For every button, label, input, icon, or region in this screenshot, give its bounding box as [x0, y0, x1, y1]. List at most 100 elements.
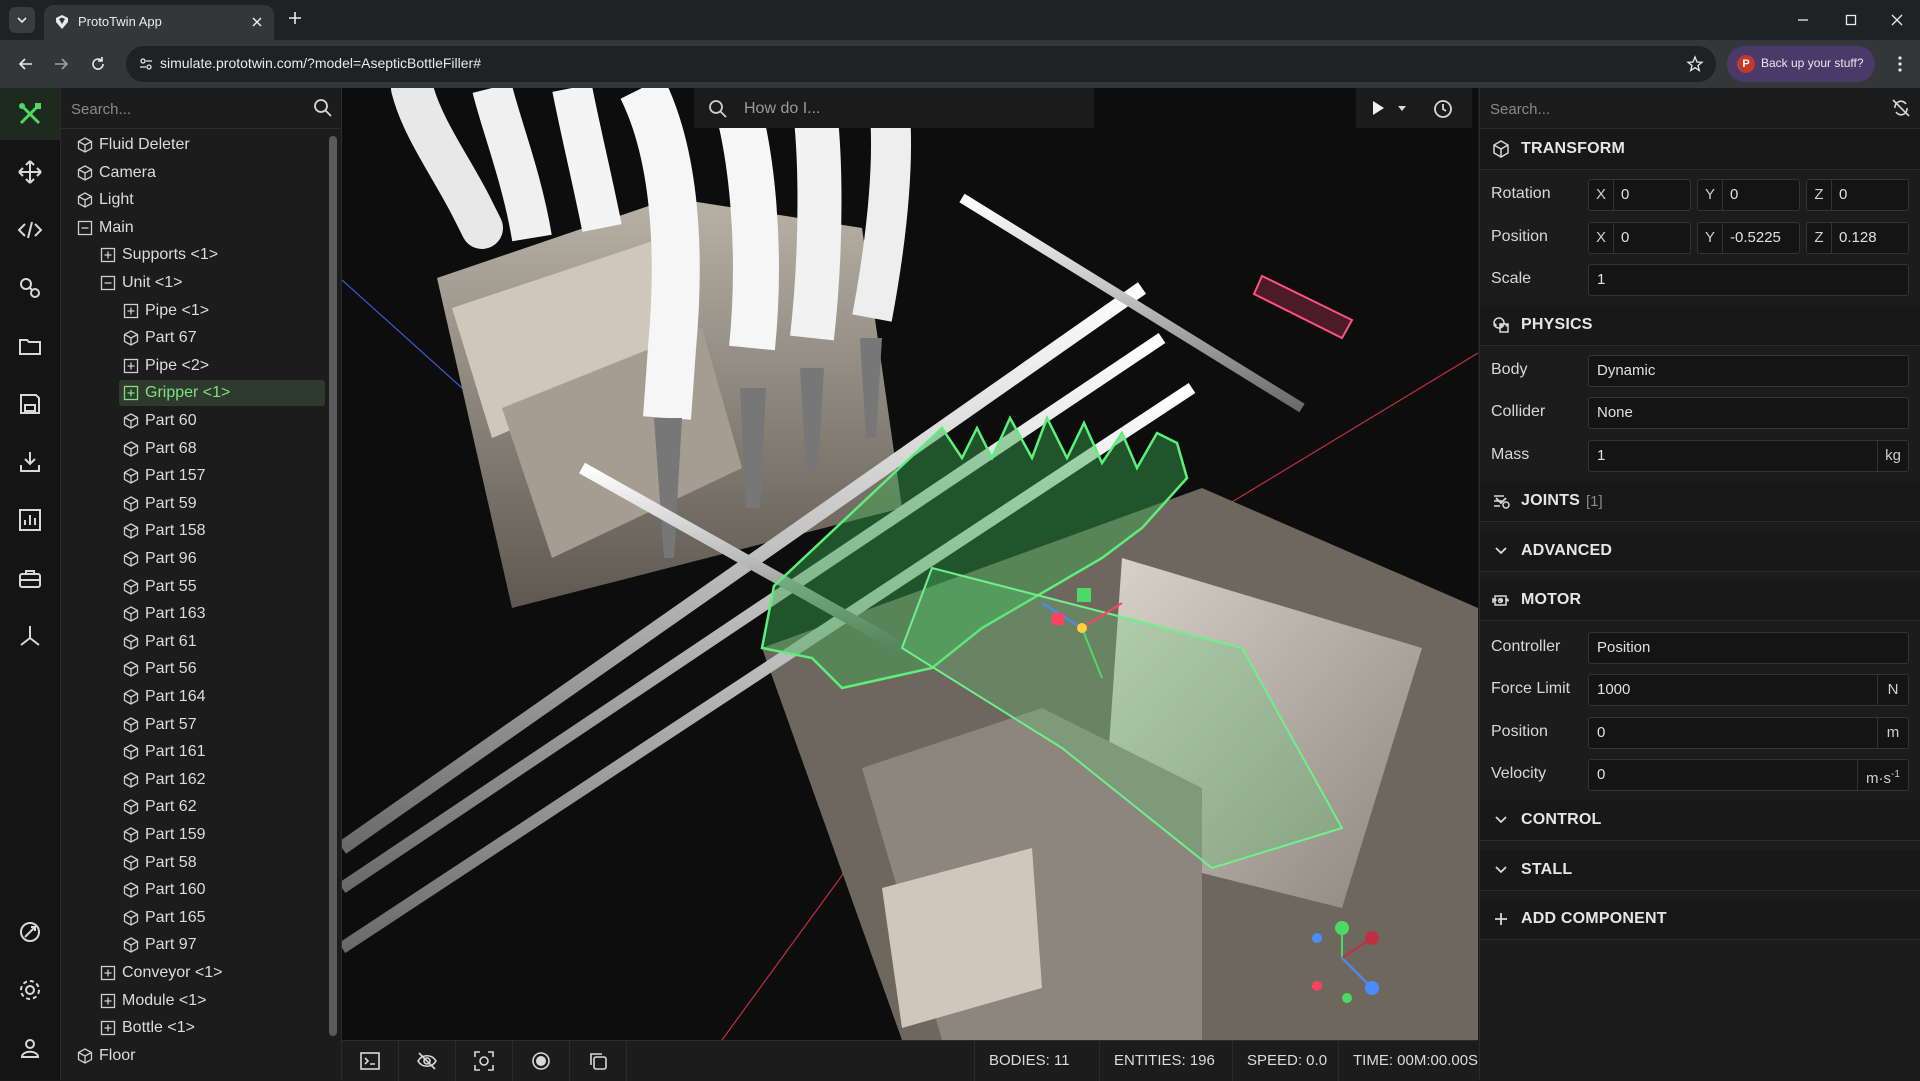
forward-icon[interactable]: [51, 54, 71, 74]
tree-item[interactable]: Part 60: [119, 408, 205, 434]
reload-icon[interactable]: [88, 54, 108, 74]
sync-disabled-icon[interactable]: [1891, 98, 1911, 118]
new-tab-icon[interactable]: [287, 10, 303, 26]
tree-item[interactable]: Part 159: [119, 822, 213, 848]
tree-item[interactable]: Part 59: [119, 491, 205, 517]
mass-field[interactable]: 1 kg: [1588, 440, 1909, 472]
focus-button[interactable]: [456, 1041, 513, 1081]
chevron-down-icon[interactable]: [1396, 102, 1408, 114]
tree-item[interactable]: Part 157: [119, 463, 213, 489]
rotation-y-field[interactable]: Y 0: [1697, 179, 1800, 211]
search-icon[interactable]: [313, 98, 333, 118]
collider-select[interactable]: None: [1588, 397, 1909, 429]
collapse-minus-icon[interactable]: [77, 220, 93, 236]
save-button[interactable]: [0, 378, 60, 430]
simulation-button[interactable]: [0, 262, 60, 314]
expand-plus-icon[interactable]: [100, 247, 116, 263]
tree-item[interactable]: Unit <1>: [96, 270, 190, 296]
motor-section-header[interactable]: MOTOR: [1480, 580, 1920, 621]
more-options-icon[interactable]: [1492, 591, 1909, 609]
move-button[interactable]: [0, 146, 60, 198]
tree-item[interactable]: Conveyor <1>: [96, 960, 231, 986]
tree-item[interactable]: Part 67: [119, 325, 205, 351]
minimize-icon[interactable]: [1795, 12, 1811, 28]
tree-item[interactable]: Part 163: [119, 601, 213, 627]
tab-list-button[interactable]: [9, 7, 35, 33]
tree-item[interactable]: Part 97: [119, 932, 205, 958]
control-section-header[interactable]: CONTROL: [1480, 800, 1920, 841]
collapse-minus-icon[interactable]: [100, 275, 116, 291]
3d-viewport[interactable]: [342, 88, 1478, 1040]
transform-section-header[interactable]: TRANSFORM: [1480, 129, 1920, 170]
library-button[interactable]: [0, 552, 60, 604]
joints-section-header[interactable]: JOINTS [1]: [1480, 481, 1920, 522]
sync-button[interactable]: [0, 906, 60, 958]
play-icon[interactable]: [1368, 98, 1388, 118]
browser-menu-icon[interactable]: [1890, 54, 1910, 74]
position-z-field[interactable]: Z 0.128: [1806, 222, 1909, 254]
tree-item[interactable]: Part 162: [119, 767, 213, 793]
address-bar[interactable]: simulate.prototwin.com/?model=AsepticBot…: [126, 46, 1716, 82]
tree-scrollbar[interactable]: [329, 136, 337, 1056]
scene-render[interactable]: [342, 88, 1478, 1040]
motor-position-field[interactable]: 0 m: [1588, 717, 1909, 749]
site-info-icon[interactable]: [138, 56, 154, 72]
joint-list-icon[interactable]: [1492, 492, 1909, 510]
expand-plus-icon[interactable]: [100, 993, 116, 1009]
expand-plus-icon[interactable]: [100, 965, 116, 981]
charts-button[interactable]: [0, 494, 60, 546]
close-tab-icon[interactable]: [249, 14, 265, 30]
tree-item[interactable]: Supports <1>: [96, 242, 226, 268]
import-button[interactable]: [0, 436, 60, 488]
bookmark-star-icon[interactable]: [1686, 55, 1704, 73]
stall-section-header[interactable]: STALL: [1480, 850, 1920, 891]
open-button[interactable]: [0, 320, 60, 372]
add-component-button[interactable]: ADD COMPONENT: [1480, 899, 1920, 940]
tree-item[interactable]: Pipe <2>: [119, 353, 217, 379]
tree-item[interactable]: Camera: [73, 160, 164, 186]
browser-tab[interactable]: ProtoTwin App: [44, 5, 274, 40]
close-window-icon[interactable]: [1889, 12, 1905, 28]
tree-item[interactable]: Part 158: [119, 518, 213, 544]
tree-item[interactable]: Part 161: [119, 739, 213, 765]
tree-item[interactable]: Part 57: [119, 712, 205, 738]
controller-select[interactable]: Position: [1588, 632, 1909, 664]
history-icon[interactable]: [1432, 98, 1454, 120]
back-icon[interactable]: [16, 54, 36, 74]
more-options-icon[interactable]: [1492, 316, 1909, 334]
tree-item[interactable]: Pipe <1>: [119, 298, 217, 324]
axes-button[interactable]: [0, 610, 60, 662]
expand-plus-icon[interactable]: [123, 385, 139, 401]
rotation-x-field[interactable]: X 0: [1588, 179, 1691, 211]
tree-item[interactable]: Part 68: [119, 436, 205, 462]
expand-plus-icon[interactable]: [123, 358, 139, 374]
tree-item[interactable]: Part 61: [119, 629, 205, 655]
scale-field[interactable]: 1: [1588, 264, 1909, 296]
tree-item[interactable]: Light: [73, 187, 142, 213]
tree-item[interactable]: Gripper <1>: [119, 380, 325, 406]
console-button[interactable]: [342, 1041, 399, 1081]
tree-item[interactable]: Floor: [73, 1043, 143, 1069]
expand-plus-icon[interactable]: [123, 303, 139, 319]
velocity-field[interactable]: 0 m·s-1: [1588, 759, 1909, 791]
tree-item[interactable]: Bottle <1>: [96, 1015, 203, 1041]
scroll-thumb[interactable]: [329, 136, 337, 1036]
record-button[interactable]: [513, 1041, 570, 1081]
help-search-input[interactable]: [742, 94, 1086, 124]
advanced-section-header[interactable]: ADVANCED: [1480, 531, 1920, 572]
tree-item[interactable]: Module <1>: [96, 988, 215, 1014]
tools-button[interactable]: [0, 88, 60, 140]
profile-button[interactable]: P Back up your stuff?: [1727, 46, 1875, 82]
settings-button[interactable]: [0, 964, 60, 1016]
tree-item[interactable]: Part 62: [119, 794, 205, 820]
tree-item[interactable]: Part 56: [119, 656, 205, 682]
position-y-field[interactable]: Y -0.5225: [1697, 222, 1800, 254]
body-select[interactable]: Dynamic: [1588, 355, 1909, 387]
rotation-z-field[interactable]: Z 0: [1806, 179, 1909, 211]
tree-item[interactable]: Part 164: [119, 684, 213, 710]
tree-item[interactable]: Part 58: [119, 850, 205, 876]
physics-section-header[interactable]: PHYSICS: [1480, 305, 1920, 346]
tree-item[interactable]: Part 165: [119, 905, 213, 931]
tree-item[interactable]: Part 160: [119, 877, 213, 903]
account-button[interactable]: [0, 1022, 60, 1074]
